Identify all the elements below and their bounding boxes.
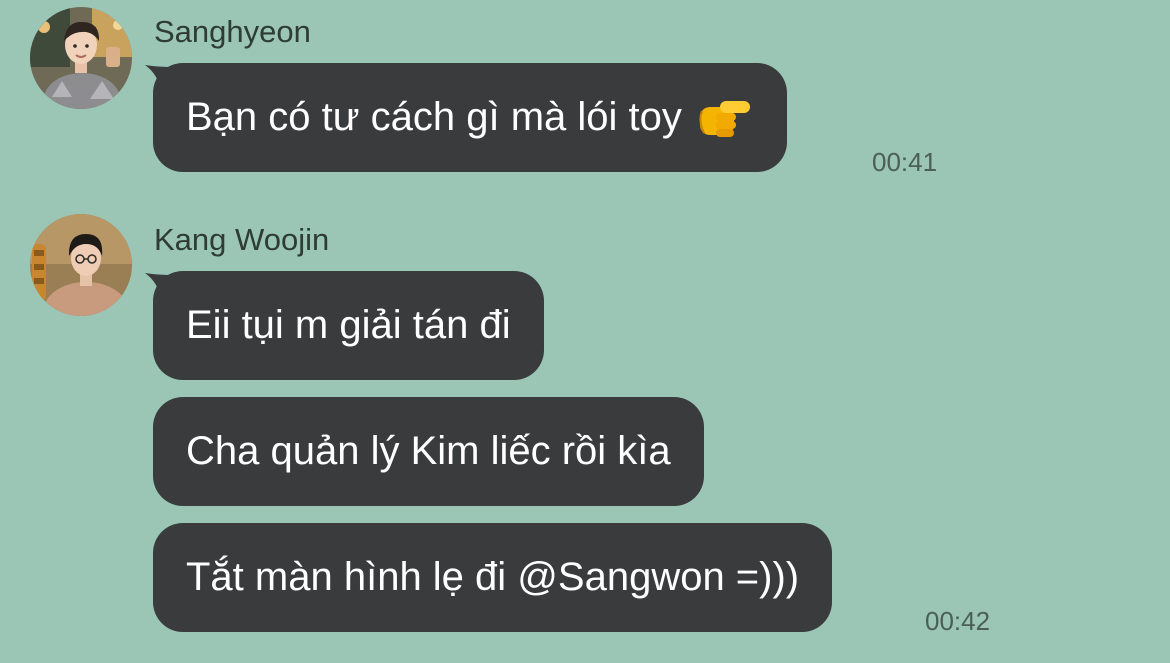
message-text: Bạn có tư cách gì mà lói toy (186, 95, 682, 139)
message-time: 00:41 (872, 147, 938, 177)
backhand-index-pointing-right-icon (699, 100, 750, 137)
avatar-sanghyeon[interactable] (30, 7, 132, 109)
message-text: Eii tụi m giải tán đi (186, 303, 511, 347)
sender-name: Sanghyeon (154, 14, 311, 49)
message-bubble[interactable]: Cha quản lý Kim liếc rồi kìa (153, 397, 704, 506)
avatar-photo (30, 7, 132, 109)
message-bubble[interactable]: Eii tụi m giải tán đi (153, 271, 544, 380)
message-text: Cha quản lý Kim liếc rồi kìa (186, 429, 671, 473)
chat-view: Sanghyeon Bạn có tư cách gì mà lói toy 0… (0, 0, 1170, 663)
sender-name: Kang Woojin (154, 222, 330, 257)
message-text: Tắt màn hình lẹ đi @Sangwon =))) (186, 555, 800, 599)
avatar-kang-woojin[interactable] (30, 214, 132, 316)
avatar-photo (30, 214, 132, 316)
message-time: 00:42 (925, 606, 991, 636)
message-bubble[interactable]: Bạn có tư cách gì mà lói toy (153, 63, 787, 172)
message-bubble[interactable]: Tắt màn hình lẹ đi @Sangwon =))) (153, 523, 833, 632)
